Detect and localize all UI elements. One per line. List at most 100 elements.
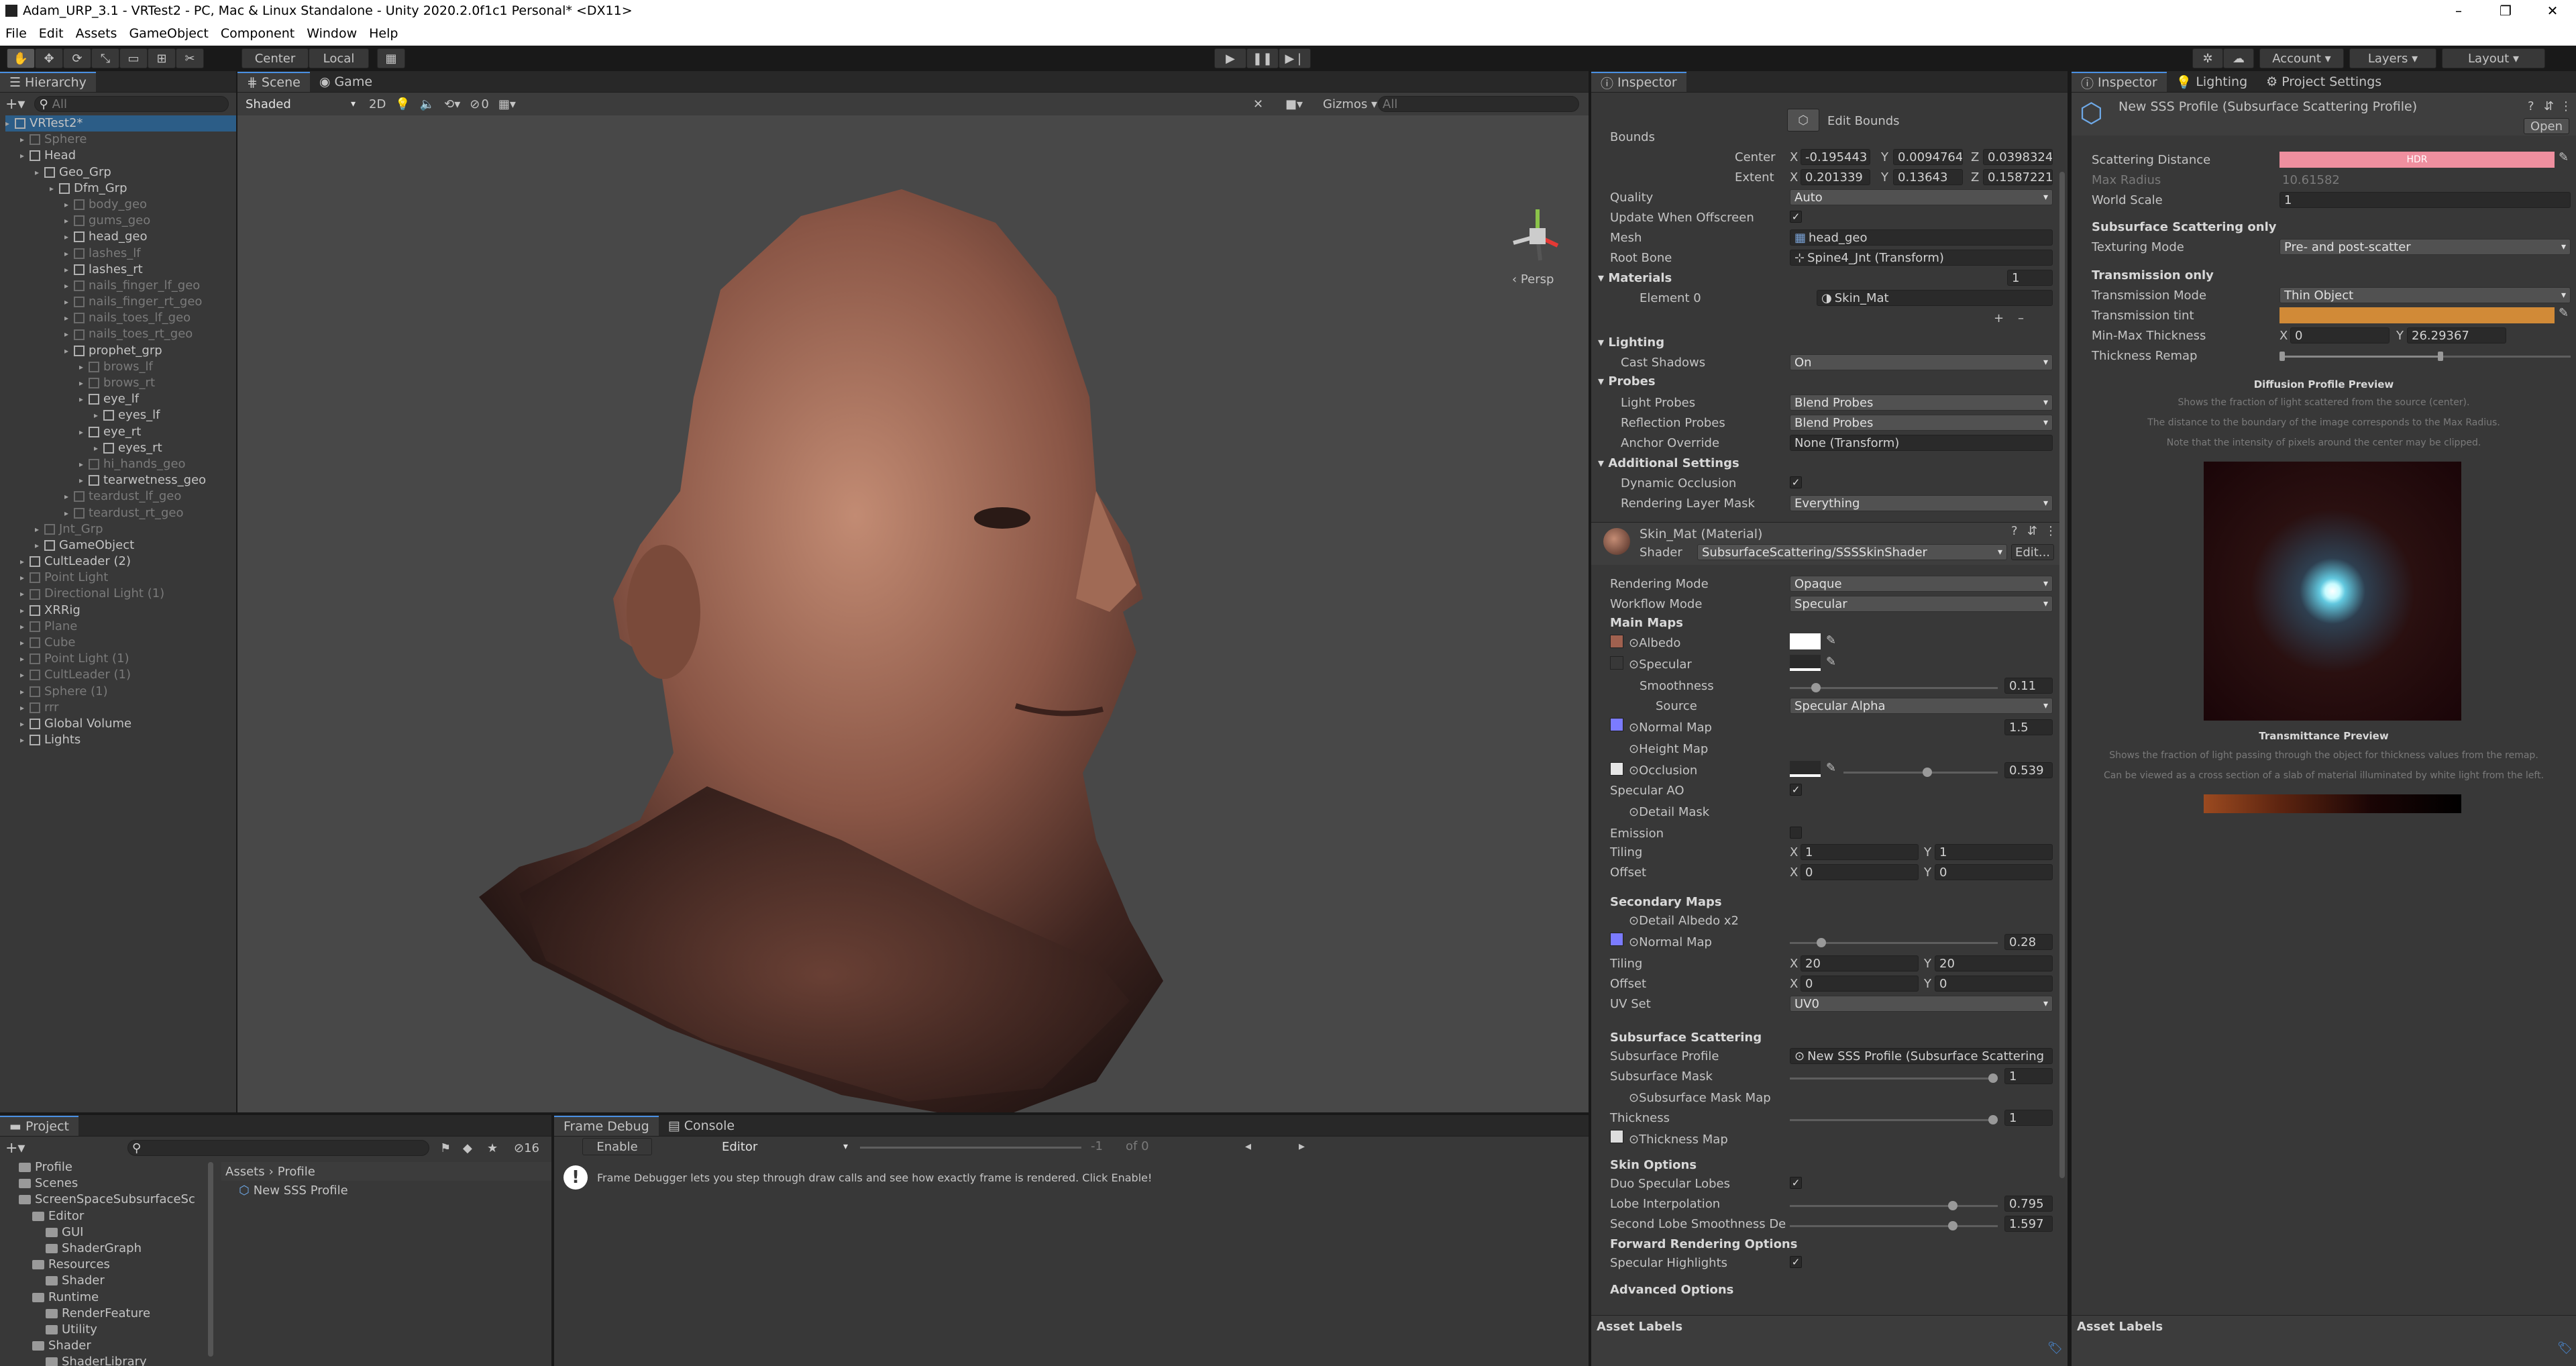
expand-arrow-icon[interactable]: ▸ (20, 667, 30, 683)
expand-arrow-icon[interactable]: ▸ (64, 197, 74, 213)
hierarchy-item[interactable]: ▸ eye_rt (5, 424, 236, 440)
transmission-mode-dropdown[interactable]: Thin Object (2279, 287, 2571, 303)
lighting-icon[interactable]: 💡 (395, 97, 410, 111)
mode-2d-toggle[interactable]: 2D (369, 97, 386, 111)
rendering-layer-dropdown[interactable]: Everything (1790, 495, 2053, 511)
pivot-local-button[interactable]: Local (309, 48, 369, 68)
project-folder-item[interactable]: Shader (5, 1273, 207, 1289)
tiling2-y-field[interactable]: 20 (1935, 955, 2053, 971)
extent-z-field[interactable]: 0.1587221 (1983, 169, 2053, 185)
expand-arrow-icon[interactable]: ▸ (35, 164, 44, 180)
eyedropper-icon[interactable]: ✎ (1826, 633, 1836, 647)
hierarchy-item[interactable]: ▸ CultLeader (1) (5, 667, 236, 683)
hierarchy-item[interactable]: ▸ CultLeader (2) (5, 554, 236, 570)
add-material-icon[interactable]: + (1994, 311, 2004, 325)
quality-dropdown[interactable]: Auto (1790, 189, 2053, 205)
project-folder-item[interactable]: ShaderLibrary (5, 1354, 207, 1366)
hierarchy-item[interactable]: ▸ body_geo (5, 197, 236, 213)
expand-arrow-icon[interactable]: ▸ (64, 326, 74, 342)
eyedropper-icon[interactable]: ✎ (1826, 761, 1836, 775)
tab-lighting[interactable]: 💡 Lighting (2166, 72, 2257, 92)
offset2-y-field[interactable]: 0 (1935, 976, 2053, 992)
cloud-icon[interactable]: ☁ (2223, 48, 2254, 68)
eyedropper-icon[interactable]: ✎ (2559, 150, 2569, 164)
scale-tool-icon[interactable]: ⤡ (91, 48, 119, 68)
thickness-remap-slider[interactable] (2279, 352, 2571, 361)
scene-viewport[interactable] (237, 115, 1589, 1112)
frame-debug-enable-button[interactable]: Enable (582, 1138, 652, 1155)
world-scale-field[interactable]: 1 (2279, 192, 2571, 208)
frame-debug-target-dropdown[interactable]: Editor (718, 1139, 852, 1155)
project-folder-item[interactable]: Utility (5, 1322, 207, 1338)
hierarchy-item[interactable]: ▸ Lights (5, 732, 236, 748)
next-frame-icon[interactable]: ▸ (1299, 1139, 1305, 1153)
tab-scene[interactable]: ⋕ Scene (237, 72, 310, 92)
expand-arrow-icon[interactable]: ▸ (64, 278, 74, 294)
mesh-field[interactable]: ▦ head_geo (1790, 229, 2053, 246)
smoothness-slider[interactable] (1790, 683, 1998, 692)
tools-icon[interactable]: ✕ (1253, 97, 1263, 111)
orientation-gizmo[interactable] (1513, 209, 1559, 261)
menu-window[interactable]: Window (307, 26, 357, 41)
lighting-header[interactable]: ▾ Lighting (1598, 335, 1664, 350)
offset2-x-field[interactable]: 0 (1801, 976, 1919, 992)
effects-icon[interactable]: ⟲▾ (444, 97, 460, 111)
expand-arrow-icon[interactable]: ▸ (20, 602, 30, 619)
transform-tool-icon[interactable]: ⊞ (148, 48, 176, 68)
hierarchy-item[interactable]: ▸ lashes_rt (5, 262, 236, 278)
filter-type-icon[interactable]: ⚑ (440, 1141, 451, 1155)
project-tree-scrollbar[interactable] (208, 1162, 213, 1357)
project-folder-item[interactable]: Shader (5, 1338, 207, 1354)
uv-set-dropdown[interactable]: UV0 (1790, 996, 2053, 1012)
project-folder-item[interactable]: ShaderGraph (5, 1241, 207, 1257)
reflection-probes-dropdown[interactable]: Blend Probes (1790, 415, 2053, 431)
edit-bounds-button[interactable]: ⬡ (1787, 109, 1819, 132)
project-folder-item[interactable]: ScreenSpaceSubsurfaceSc (5, 1192, 207, 1208)
favorite-icon[interactable]: ★ (487, 1141, 498, 1155)
shading-mode-dropdown[interactable]: Shaded (241, 96, 360, 112)
expand-arrow-icon[interactable]: ▸ (94, 440, 103, 456)
expand-arrow-icon[interactable]: ▸ (50, 180, 59, 197)
maximize-icon[interactable]: ❐ (2482, 3, 2529, 19)
layers-dropdown[interactable]: Layers ▾ (2349, 48, 2436, 68)
more-icon[interactable]: ⋮ (2045, 524, 2057, 538)
albedo-texture-slot[interactable] (1610, 635, 1623, 648)
tiling-y-field[interactable]: 1 (1935, 844, 2053, 860)
hierarchy-item[interactable]: ▸ teardust_rt_geo (5, 505, 236, 521)
center-z-field[interactable]: 0.0398324 (1983, 149, 2053, 165)
minmax-y-field[interactable]: 26.29367 (2407, 327, 2506, 344)
smoothness-field[interactable]: 0.11 (2004, 678, 2053, 694)
hierarchy-item[interactable]: ▸ lashes_lf (5, 246, 236, 262)
hierarchy-search-input[interactable]: ⚲ All (34, 96, 229, 112)
hierarchy-item[interactable]: ▸ Jnt_Grp (5, 521, 236, 537)
close-icon[interactable]: ✕ (2529, 3, 2576, 19)
hierarchy-item[interactable]: ▸ prophet_grp (5, 343, 236, 359)
expand-arrow-icon[interactable]: ▸ (64, 213, 74, 229)
sss-mask-field[interactable]: 1 (2004, 1068, 2053, 1084)
expand-arrow-icon[interactable]: ▸ (64, 294, 74, 310)
transmission-tint-color[interactable] (2279, 307, 2555, 323)
second-lobe-slider[interactable] (1790, 1221, 1998, 1230)
expand-arrow-icon[interactable]: ▸ (64, 229, 74, 245)
hierarchy-item[interactable]: ▸ tearwetness_geo (5, 472, 236, 488)
hierarchy-item[interactable]: ▸ Directional Light (1) (5, 586, 236, 602)
offset-x-field[interactable]: 0 (1801, 864, 1919, 880)
play-button[interactable]: ▶ (1214, 48, 1246, 68)
expand-arrow-icon[interactable]: ▸ (20, 586, 30, 602)
normal-map-field[interactable]: 1.5 (2004, 719, 2053, 735)
add-icon[interactable]: +▾ (5, 1140, 25, 1157)
expand-arrow-icon[interactable]: ▸ (20, 554, 30, 570)
hierarchy-item[interactable]: ▸ Geo_Grp (5, 164, 236, 180)
expand-arrow-icon[interactable]: ▸ (20, 700, 30, 716)
hierarchy-item[interactable]: ▸ Global Volume (5, 716, 236, 732)
expand-arrow-icon[interactable]: ▸ (64, 505, 74, 521)
emission-checkbox[interactable] (1790, 827, 1802, 839)
expand-arrow-icon[interactable]: ▸ (20, 732, 30, 748)
expand-arrow-icon[interactable]: ▸ (79, 456, 89, 472)
settings-icon[interactable]: ⇵ (2544, 99, 2554, 113)
hierarchy-item[interactable]: ▸ Cube (5, 635, 236, 651)
hierarchy-item[interactable]: ▸ head_geo (5, 229, 236, 245)
tab-inspector-2[interactable]: ⓘ Inspector (2072, 72, 2167, 92)
expand-arrow-icon[interactable]: ▸ (35, 521, 44, 537)
additional-settings-header[interactable]: ▾ Additional Settings (1598, 456, 1739, 470)
